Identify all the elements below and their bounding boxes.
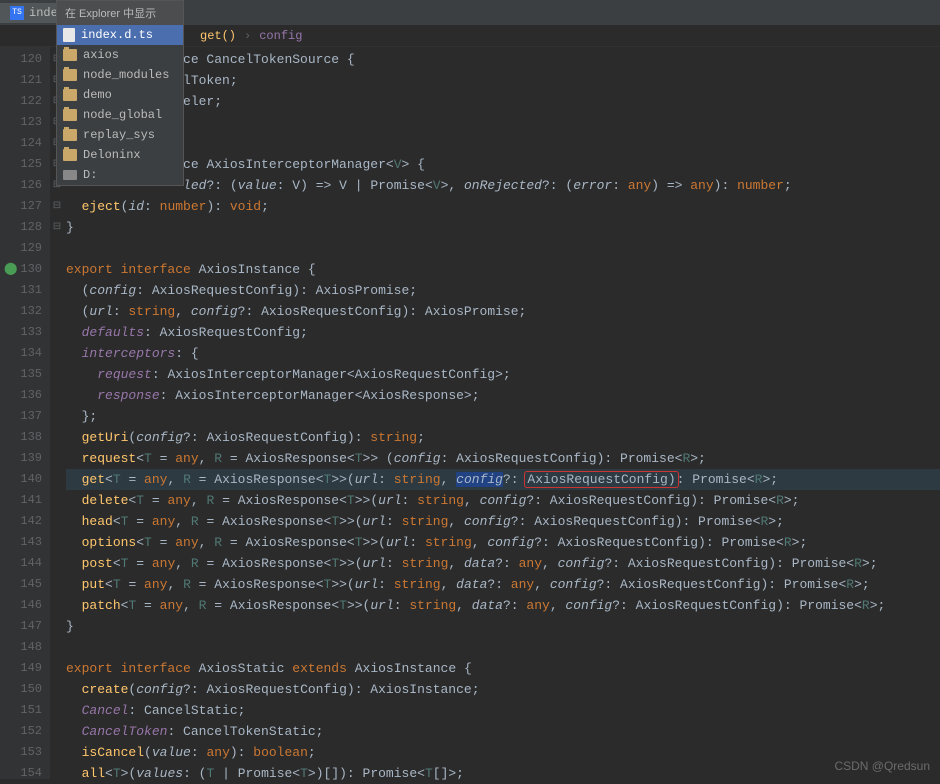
code-line-150[interactable]: create(config?: AxiosRequestConfig): Axi… (66, 679, 940, 700)
code-line-122[interactable]: eler; (66, 91, 940, 112)
code-line-137[interactable]: }; (66, 406, 940, 427)
code-line-124[interactable] (66, 133, 940, 154)
folder-icon (63, 69, 77, 81)
fold-toggle[interactable]: ⊟ (50, 217, 64, 238)
menu-item-index-d-ts[interactable]: index.d.ts (57, 25, 183, 45)
code-line-136[interactable]: response: AxiosInterceptorManager<AxiosR… (66, 385, 940, 406)
reveal-in-explorer-menu: 在 Explorer 中显示 index.d.ts axios node_modul… (56, 0, 184, 186)
line-gutter: 120121122123124125126127128129⬤130131132… (0, 47, 50, 779)
watermark: CSDN @Qredsun (834, 759, 930, 773)
chevron-right-icon: › (244, 29, 251, 43)
menu-title: 在 Explorer 中显示 (57, 1, 183, 25)
code-line-130[interactable]: export interface AxiosInstance { (66, 259, 940, 280)
code-line-152[interactable]: CancelToken: CancelTokenStatic; (66, 721, 940, 742)
code-line-146[interactable]: patch<T = any, R = AxiosResponse<T>>(url… (66, 595, 940, 616)
menu-item-deloninx[interactable]: Deloninx (57, 145, 183, 165)
code-line-144[interactable]: post<T = any, R = AxiosResponse<T>>(url:… (66, 553, 940, 574)
menu-item-label: replay_sys (83, 128, 155, 142)
menu-item-label: D: (83, 168, 97, 182)
breadcrumb-function[interactable]: get() (200, 29, 236, 43)
folder-icon (63, 149, 77, 161)
folder-icon (63, 89, 77, 101)
menu-item-d-[interactable]: D: (57, 165, 183, 185)
code-line-135[interactable]: request: AxiosInterceptorManager<AxiosRe… (66, 364, 940, 385)
menu-item-label: node_modules (83, 68, 169, 82)
code-line-138[interactable]: getUri(config?: AxiosRequestConfig): str… (66, 427, 940, 448)
code-area[interactable]: ce CancelTokenSource { lToken; eler; ce … (64, 47, 940, 779)
menu-item-axios[interactable]: axios (57, 45, 183, 65)
code-line-145[interactable]: put<T = any, R = AxiosResponse<T>>(url: … (66, 574, 940, 595)
ts-file-icon: TS (10, 6, 24, 20)
folder-icon (63, 109, 77, 121)
code-line-132[interactable]: (url: string, config?: AxiosRequestConfi… (66, 301, 940, 322)
code-line-142[interactable]: head<T = any, R = AxiosResponse<T>>(url:… (66, 511, 940, 532)
code-line-151[interactable]: Cancel: CancelStatic; (66, 700, 940, 721)
code-line-140[interactable]: get<T = any, R = AxiosResponse<T>>(url: … (66, 469, 940, 490)
folder-icon (63, 129, 77, 141)
menu-item-label: axios (83, 48, 119, 62)
code-line-133[interactable]: defaults: AxiosRequestConfig; (66, 322, 940, 343)
code-line-123[interactable] (66, 112, 940, 133)
code-line-129[interactable] (66, 238, 940, 259)
tab-label: inde (29, 6, 58, 20)
drive-icon (63, 170, 77, 180)
code-line-126[interactable]: led?: (value: V) => V | Promise<V>, onRe… (66, 175, 940, 196)
code-line-153[interactable]: isCancel(value: any): boolean; (66, 742, 940, 763)
code-line-125[interactable]: ce AxiosInterceptorManager<V> { (66, 154, 940, 175)
code-line-143[interactable]: options<T = any, R = AxiosResponse<T>>(u… (66, 532, 940, 553)
breadcrumb-variable[interactable]: config (259, 29, 302, 43)
fold-toggle[interactable]: ⊟ (50, 196, 64, 217)
menu-item-label: demo (83, 88, 112, 102)
menu-item-demo[interactable]: demo (57, 85, 183, 105)
code-line-147[interactable]: } (66, 616, 940, 637)
menu-item-label: Deloninx (83, 148, 141, 162)
folder-icon (63, 49, 77, 61)
code-line-131[interactable]: (config: AxiosRequestConfig): AxiosPromi… (66, 280, 940, 301)
code-line-121[interactable]: lToken; (66, 70, 940, 91)
code-line-128[interactable]: } (66, 217, 940, 238)
menu-item-node-global[interactable]: node_global (57, 105, 183, 125)
code-line-149[interactable]: export interface AxiosStatic extends Axi… (66, 658, 940, 679)
menu-item-label: index.d.ts (81, 28, 153, 42)
menu-item-node-modules[interactable]: node_modules (57, 65, 183, 85)
code-line-148[interactable] (66, 637, 940, 658)
code-line-134[interactable]: interceptors: { (66, 343, 940, 364)
code-line-139[interactable]: request<T = any, R = AxiosResponse<T>> (… (66, 448, 940, 469)
file-icon (63, 28, 75, 42)
menu-item-replay-sys[interactable]: replay_sys (57, 125, 183, 145)
code-line-127[interactable]: eject(id: number): void; (66, 196, 940, 217)
code-line-141[interactable]: delete<T = any, R = AxiosResponse<T>>(ur… (66, 490, 940, 511)
code-line-120[interactable]: ce CancelTokenSource { (66, 49, 940, 70)
code-line-154[interactable]: all<T>(values: (T | Promise<T>)[]): Prom… (66, 763, 940, 784)
menu-item-label: node_global (83, 108, 162, 122)
